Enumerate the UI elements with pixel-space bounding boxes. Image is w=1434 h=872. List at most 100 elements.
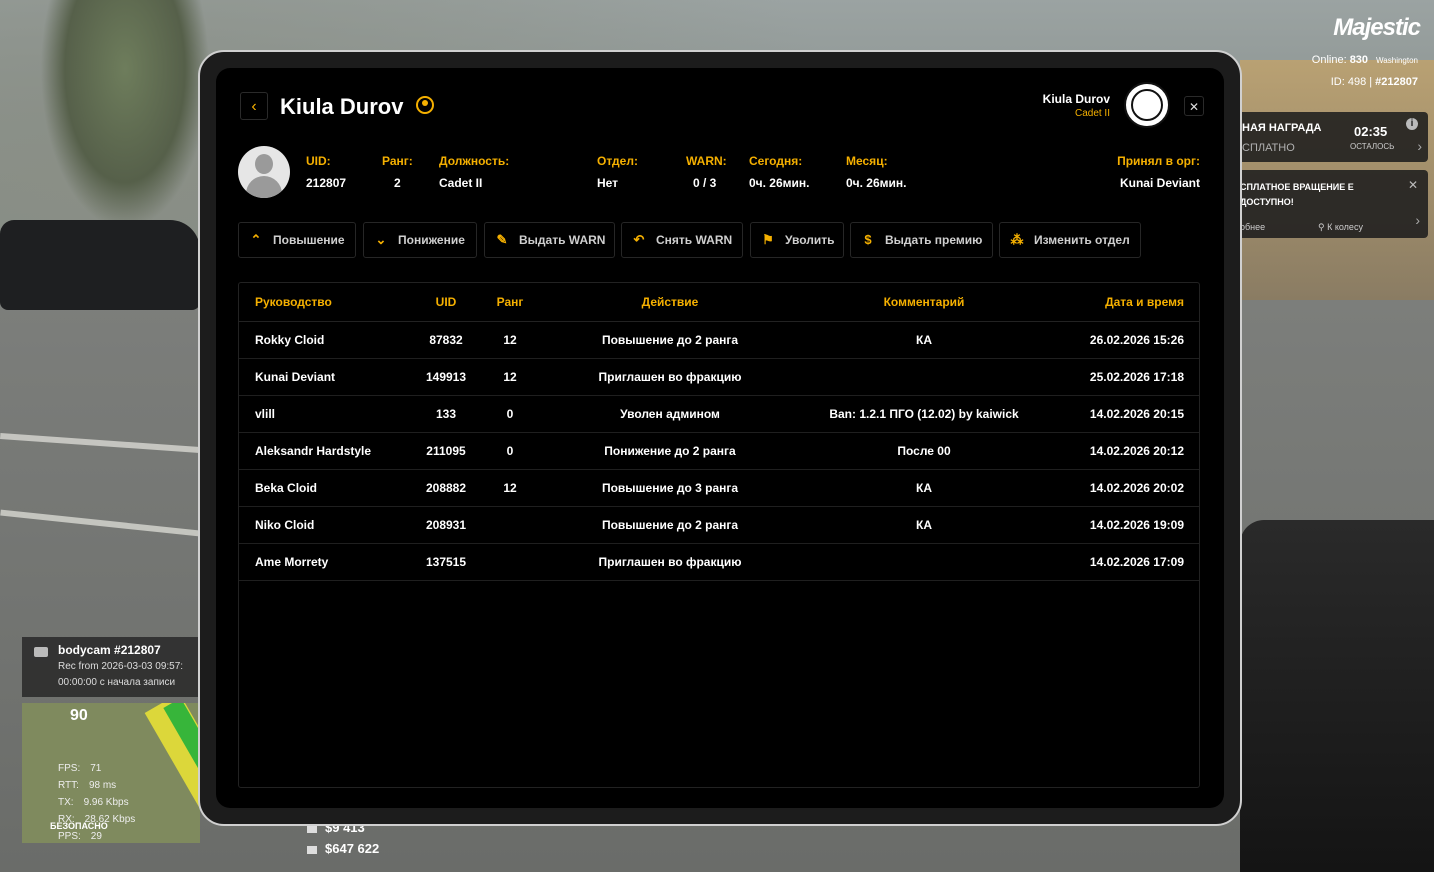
- daily-reward-card[interactable]: НАЯ НАГРАДА СПЛАТНО 02:35 ОСТАЛОСЬ i ›: [1238, 112, 1428, 162]
- cell-datetime: 14.02.2026 17:09: [1089, 555, 1184, 569]
- cell-action: Повышение до 3 ранга: [601, 481, 739, 495]
- close-icon[interactable]: ✕: [1408, 178, 1418, 192]
- table-row: Kunai Deviant 149913 12 Приглашен во фракци…: [239, 358, 1199, 396]
- cell-datetime: 14.02.2026 20:12: [1089, 444, 1184, 458]
- current-user-rank: Cadet II: [1074, 108, 1110, 119]
- current-user-name: Kiula Durov: [1042, 92, 1110, 106]
- info-department: Отдел: Нет: [597, 154, 638, 190]
- cell-datetime: 14.02.2026 20:02: [1089, 481, 1184, 495]
- crown-icon: [416, 96, 434, 114]
- reward-left-label: ОСТАЛОСЬ: [1350, 142, 1395, 151]
- location-pin-icon: ⚲: [1318, 222, 1328, 232]
- cell-leader: Kunai Deviant: [255, 370, 336, 384]
- info-hired-by: Принял в орг: Kunai Deviant: [1117, 154, 1200, 190]
- speed-limit: 90: [70, 707, 88, 724]
- col-leader: Руководство: [255, 295, 332, 309]
- info-uid: UID: 212807: [306, 154, 347, 190]
- org-chart-icon: ⁂: [1010, 232, 1024, 247]
- bank-balance: $647 622: [307, 841, 379, 856]
- cell-datetime: 26.02.2026 15:26: [1089, 333, 1184, 347]
- cell-uid: 149913: [425, 370, 467, 384]
- col-rank: Ранг: [496, 295, 524, 309]
- info-today: Сегодня: 0ч. 26мин.: [749, 154, 810, 190]
- close-button[interactable]: ✕: [1184, 96, 1204, 116]
- free-spin-card[interactable]: СПЛАТНОЕ ВРАЩЕНИЕ Е ДОСТУПНО! ✕ обнее ⚲ …: [1238, 170, 1428, 238]
- chevron-right-icon[interactable]: ›: [1415, 212, 1420, 228]
- safe-zone-label: БЕЗОПАСНО: [50, 821, 108, 831]
- cell-leader: Rokky Cloid: [255, 333, 325, 347]
- reward-subtitle: СПЛАТНО: [1242, 142, 1295, 154]
- cell-action: Понижение до 2 ранга: [604, 444, 736, 458]
- cell-action: Уволен админом: [620, 407, 720, 421]
- cell-uid: 87832: [429, 333, 463, 347]
- cell-uid: 208882: [425, 481, 467, 495]
- info-warn: WARN: 0 / 3: [686, 154, 727, 190]
- info-rank: Ранг: 2: [382, 154, 413, 190]
- cell-rank: 12: [503, 481, 517, 495]
- cell-comment: После 00: [897, 444, 951, 458]
- online-counter: Online: 830 Washington: [1311, 54, 1418, 66]
- bodycam-title: bodycam #212807: [58, 643, 161, 657]
- cell-action: Приглашен во фракцию: [598, 370, 742, 384]
- table-row: Aleksandr Hardstyle 211095 0 Понижение до 2…: [239, 432, 1199, 470]
- cell-rank: 0: [506, 444, 514, 458]
- cell-comment: КА: [916, 518, 932, 532]
- cell-leader: Aleksandr Hardstyle: [255, 444, 372, 458]
- card-icon: [307, 845, 317, 854]
- change-department-button[interactable]: ⁂ Изменить отдел: [999, 222, 1141, 258]
- current-user: Kiula Durov Cadet II: [1043, 92, 1110, 119]
- table-header: Руководство UID Ранг Действие Комментари…: [239, 283, 1199, 322]
- cell-leader: Ame Morrety: [255, 555, 329, 569]
- member-profile-screen: ‹ Kiula Durov Kiula Durov Cadet II ✕ UID…: [216, 68, 1224, 808]
- coin-icon: $: [864, 232, 872, 247]
- faction-seal-icon: [1124, 82, 1170, 128]
- cell-uid: 133: [435, 407, 457, 421]
- reward-title: НАЯ НАГРАДА: [1242, 122, 1322, 134]
- col-action: Действие: [641, 295, 699, 309]
- history-table: Руководство UID Ранг Действие Комментари…: [238, 282, 1200, 788]
- table-row: Niko Cloid 208931 Повышение до 2 ранга КА 14…: [239, 506, 1199, 544]
- warn-doc-icon: ✎: [496, 232, 508, 247]
- chevron-right-icon[interactable]: ›: [1417, 138, 1422, 154]
- cell-comment: Ban: 1.2.1 ПГО (12.02) by kaiwick: [829, 407, 1019, 421]
- table-row: Rokky Cloid 87832 12 Повышение до 2 ранга КА…: [239, 321, 1199, 359]
- cell-leader: Beka Cloid: [255, 481, 318, 495]
- chevron-left-icon: ‹: [251, 98, 257, 115]
- give-warn-button[interactable]: ✎ Выдать WARN: [484, 222, 615, 258]
- remove-warn-button[interactable]: ↶ Снять WARN: [621, 222, 743, 258]
- bodycam-recording: Rec from 2026-03-03 09:57:: [58, 661, 184, 672]
- chevron-up-icon: ⌃: [250, 232, 262, 247]
- player-id: ID: 498 | #212807: [1330, 76, 1418, 88]
- cell-uid: 211095: [426, 444, 466, 458]
- spin-details-link[interactable]: обнее: [1240, 222, 1265, 232]
- camera-icon: [34, 647, 48, 657]
- table-row: vlill 133 0 Уволен админом Ban: 1.2.1 ПГО (1…: [239, 395, 1199, 433]
- fire-button[interactable]: ⚑ Уволить: [750, 222, 844, 258]
- fps-stat: FPS: 71: [58, 763, 102, 774]
- scene-vehicle: [1240, 520, 1434, 872]
- back-button[interactable]: ‹: [240, 92, 268, 120]
- scene-car: [0, 220, 200, 310]
- fire-person-icon: ⚑: [762, 232, 774, 247]
- col-datetime: Дата и время: [1105, 295, 1184, 309]
- cell-datetime: 14.02.2026 19:09: [1089, 518, 1184, 532]
- spin-wheel-link[interactable]: ⚲ К колесу: [1318, 222, 1363, 233]
- info-icon[interactable]: i: [1406, 118, 1418, 130]
- cell-leader: vlill: [255, 407, 276, 421]
- demote-button[interactable]: ⌄ Понижение: [363, 222, 477, 258]
- promote-button[interactable]: ⌃ Повышение: [238, 222, 356, 258]
- give-bonus-button[interactable]: $ Выдать премию: [850, 222, 993, 258]
- close-icon: ✕: [1188, 100, 1200, 114]
- table-row: Beka Cloid 208882 12 Повышение до 3 ранга КА…: [239, 469, 1199, 507]
- chevron-down-icon: ⌄: [375, 232, 387, 247]
- rtt-stat: RTT: 98 ms: [58, 780, 117, 791]
- minimap: 90 FPS: 71 RTT: 98 ms TX: 9.96 Kbps RX: 28.6…: [22, 703, 200, 843]
- cell-action: Повышение до 2 ранга: [601, 518, 739, 532]
- avatar: [238, 146, 290, 198]
- col-comment: Комментарий: [883, 295, 965, 309]
- cell-uid: 137515: [425, 555, 467, 569]
- cell-action: Повышение до 2 ранга: [601, 333, 739, 347]
- spin-title: СПЛАТНОЕ ВРАЩЕНИЕ Е ДОСТУПНО!: [1240, 182, 1354, 207]
- member-name: Kiula Durov: [280, 94, 404, 119]
- bodycam-panel: bodycam #212807 Rec from 2026-03-03 09:5…: [22, 637, 200, 697]
